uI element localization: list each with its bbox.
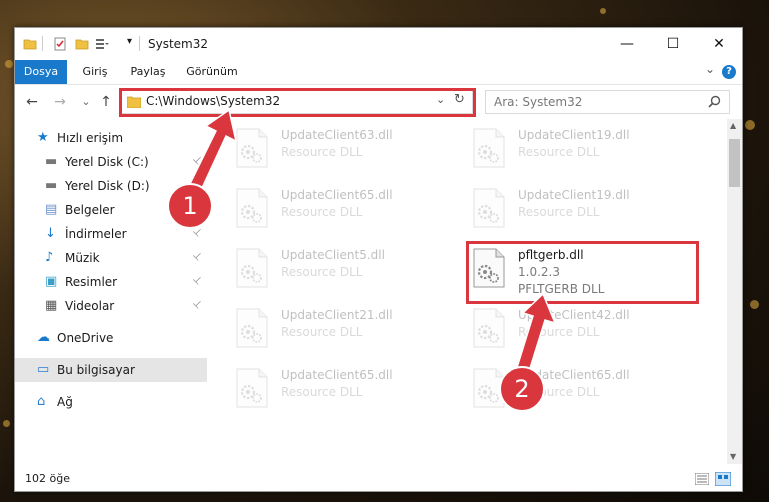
annotation-badge-2: 2 bbox=[499, 366, 545, 412]
annotation-arrows bbox=[183, 108, 557, 379]
bg-spark bbox=[600, 8, 606, 14]
annotation-badge-1: 1 bbox=[167, 183, 213, 229]
bg-spark bbox=[3, 420, 10, 427]
bg-spark bbox=[5, 60, 13, 68]
bg-spark bbox=[745, 120, 755, 130]
bg-spark bbox=[750, 300, 759, 309]
explorer-window: ▾ System32 — ☐ ✕ Dosya Giriş Paylaş Görü… bbox=[14, 27, 743, 492]
